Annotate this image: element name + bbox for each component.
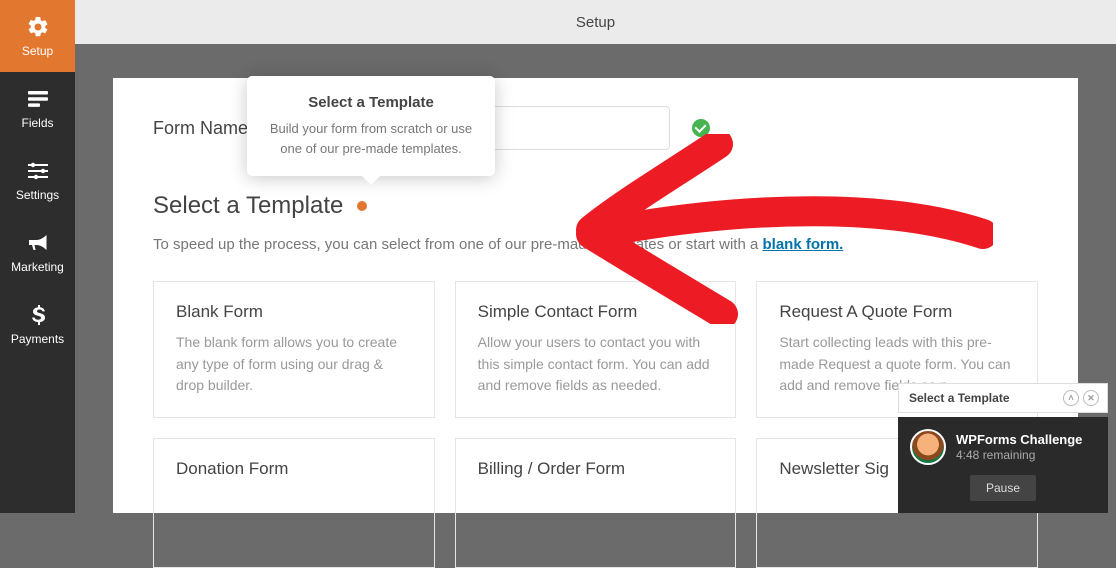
tooltip-title: Select a Template (269, 94, 473, 111)
blank-form-link[interactable]: blank form. (762, 236, 843, 253)
template-title: Blank Form (176, 302, 412, 322)
section-title-row: Select a Template (153, 192, 1038, 220)
template-card-billing[interactable]: Billing / Order Form (455, 438, 737, 568)
sliders-icon (26, 158, 50, 184)
sidebar: Setup Fields Settings Marketing Payments (0, 0, 75, 513)
dollar-icon (30, 302, 46, 328)
template-title: Donation Form (176, 459, 412, 479)
tooltip-body: Build your form from scratch or use one … (269, 119, 473, 158)
challenge-remaining: 4:48 remaining (956, 448, 1082, 462)
pause-button[interactable]: Pause (970, 475, 1036, 501)
form-name-label: Form Name (153, 118, 248, 139)
template-title: Simple Contact Form (478, 302, 714, 322)
sidebar-item-label: Payments (11, 332, 64, 346)
check-circle-icon (692, 119, 710, 137)
sidebar-item-label: Fields (21, 116, 53, 130)
template-title: Billing / Order Form (478, 459, 714, 479)
chevron-up-icon[interactable]: ˄ (1063, 390, 1079, 406)
page-header: Setup (75, 0, 1116, 44)
gear-icon (26, 14, 50, 40)
challenge-minibar-label: Select a Template (909, 391, 1010, 405)
template-desc: Allow your users to contact you with thi… (478, 332, 714, 397)
form-icon (26, 86, 50, 112)
bullhorn-icon (26, 230, 50, 256)
sidebar-item-settings[interactable]: Settings (0, 144, 75, 216)
template-title: Request A Quote Form (779, 302, 1015, 322)
section-description: To speed up the process, you can select … (153, 236, 1038, 253)
template-desc: The blank form allows you to create any … (176, 332, 412, 397)
close-icon[interactable]: ✕ (1083, 390, 1099, 406)
sidebar-item-payments[interactable]: Payments (0, 288, 75, 360)
section-desc-text: To speed up the process, you can select … (153, 236, 762, 253)
indicator-dot (357, 201, 367, 211)
tooltip-select-template: Select a Template Build your form from s… (247, 76, 495, 176)
sidebar-item-label: Setup (22, 44, 53, 58)
challenge-avatar (910, 429, 946, 465)
sidebar-item-label: Marketing (11, 260, 64, 274)
template-card-simple-contact[interactable]: Simple Contact Form Allow your users to … (455, 281, 737, 418)
template-card-donation[interactable]: Donation Form (153, 438, 435, 568)
sidebar-item-marketing[interactable]: Marketing (0, 216, 75, 288)
challenge-popup: WPForms Challenge 4:48 remaining Pause (898, 417, 1108, 513)
page-title: Setup (576, 14, 615, 31)
sidebar-item-label: Settings (16, 188, 59, 202)
sidebar-item-setup[interactable]: Setup (0, 0, 75, 72)
challenge-minibar: Select a Template ˄ ✕ (898, 383, 1108, 413)
challenge-title: WPForms Challenge (956, 432, 1082, 448)
section-title: Select a Template (153, 192, 343, 220)
sidebar-item-fields[interactable]: Fields (0, 72, 75, 144)
template-card-blank[interactable]: Blank Form The blank form allows you to … (153, 281, 435, 418)
